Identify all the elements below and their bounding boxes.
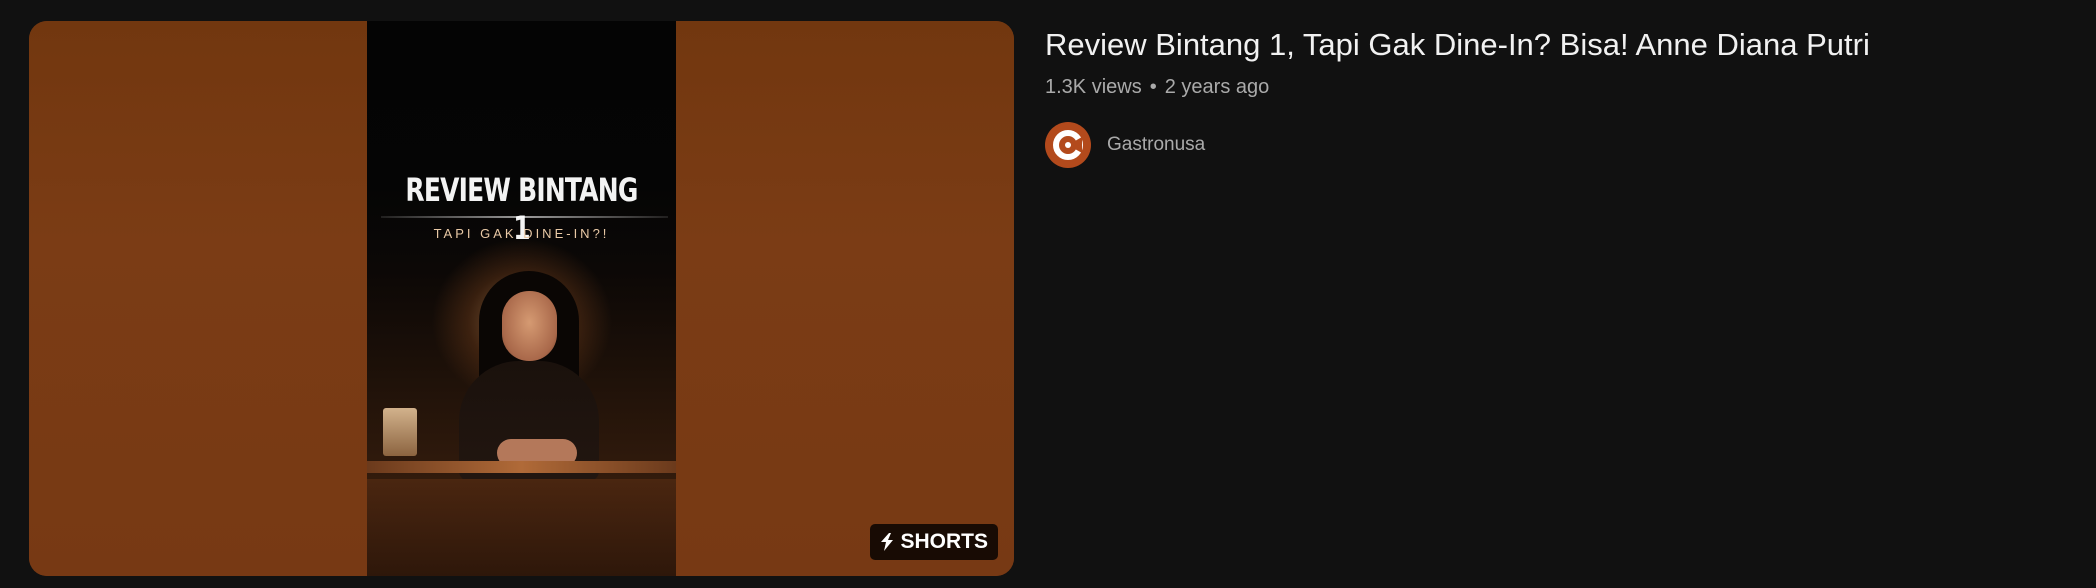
thumbnail-table [367, 461, 676, 473]
thumbnail-glass [383, 408, 417, 456]
thumbnail-poster: REVIEW BINTANG 1 TAPI GAK DINE-IN?! [367, 21, 676, 576]
video-thumbnail[interactable]: REVIEW BINTANG 1 TAPI GAK DINE-IN?! SHOR… [29, 21, 1014, 576]
channel-avatar[interactable] [1045, 122, 1091, 168]
metadata-separator: • [1149, 76, 1157, 98]
video-details: Review Bintang 1, Tapi Gak Dine-In? Bisa… [1045, 24, 2075, 168]
channel-link[interactable]: Gastronusa [1045, 122, 2075, 168]
video-title-link[interactable]: Review Bintang 1, Tapi Gak Dine-In? Bisa… [1045, 24, 2075, 66]
video-metadata: 1.3K views • 2 years ago [1045, 74, 2075, 100]
thumbnail-overlay-subtitle: TAPI GAK DINE-IN?! [433, 226, 610, 241]
thumbnail-floor [367, 479, 676, 576]
channel-name[interactable]: Gastronusa [1107, 134, 1205, 156]
thumbnail-person-face [502, 291, 557, 361]
thumbnail-divider [381, 216, 668, 218]
thumbnail-blur-left [29, 21, 367, 576]
shorts-badge-label: SHORTS [900, 530, 988, 553]
shorts-icon [880, 533, 894, 551]
video-result-row: REVIEW BINTANG 1 TAPI GAK DINE-IN?! SHOR… [0, 0, 2096, 588]
upload-age: 2 years ago [1164, 76, 1270, 98]
thumbnail-blur-right [676, 21, 1014, 576]
view-count: 1.3K views [1045, 76, 1142, 98]
shorts-badge: SHORTS [870, 524, 998, 560]
channel-logo-icon [1053, 130, 1083, 160]
